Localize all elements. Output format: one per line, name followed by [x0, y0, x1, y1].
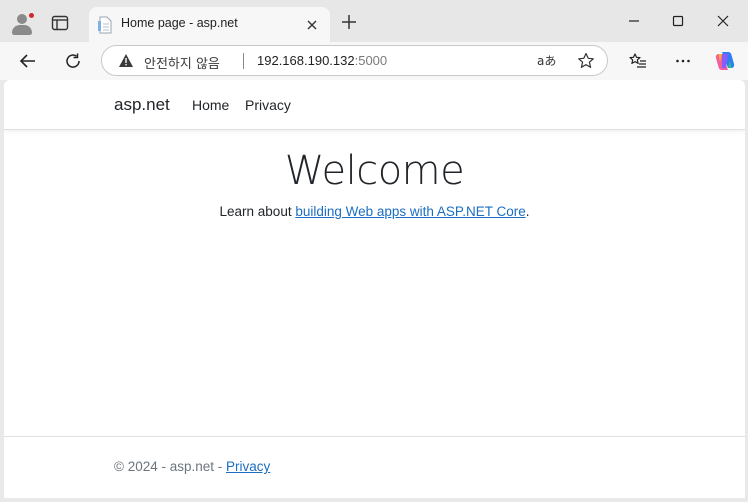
intro-suffix: . — [525, 204, 530, 219]
browser-toolbar: 안전하지 않음 192.168.190.132:5000 aあ — [0, 42, 748, 80]
favorite-star-icon[interactable] — [576, 51, 596, 71]
address-bar[interactable]: 안전하지 않음 192.168.190.132:5000 aあ — [101, 45, 608, 76]
tab-title: Home page - asp.net — [121, 16, 238, 30]
site-navbar: asp.net Home Privacy — [4, 80, 745, 130]
aspnet-docs-link[interactable]: building Web apps with ASP.NET Core — [295, 204, 525, 219]
more-menu-icon[interactable] — [673, 51, 693, 71]
intro-paragraph: Learn about building Web apps with ASP.N… — [4, 204, 745, 219]
nav-link-privacy[interactable]: Privacy — [245, 97, 291, 113]
site-brand-link[interactable]: asp.net — [114, 95, 170, 115]
back-arrow-icon[interactable] — [18, 51, 38, 71]
read-aloud-icon[interactable]: aあ — [537, 51, 557, 71]
maximize-icon[interactable] — [669, 12, 687, 30]
url-host: 192.168.190.132 — [257, 53, 355, 68]
tab-actions-icon[interactable] — [50, 13, 70, 33]
footer-text: © 2024 - asp.net - — [114, 459, 227, 474]
address-divider — [243, 53, 244, 69]
reload-icon[interactable] — [63, 51, 83, 71]
profile-avatar-icon[interactable] — [10, 11, 35, 35]
footer-privacy-link[interactable]: Privacy — [226, 459, 270, 474]
security-status-text[interactable]: 안전하지 않음 — [144, 53, 220, 72]
new-tab-icon[interactable] — [340, 13, 358, 31]
nav-link-home[interactable]: Home — [192, 97, 229, 113]
page-heading: Welcome — [284, 148, 465, 194]
warning-icon[interactable] — [118, 53, 134, 68]
window-close-icon[interactable] — [714, 12, 732, 30]
url-port: :5000 — [354, 53, 388, 68]
copilot-icon[interactable] — [714, 50, 736, 72]
page-favicon-icon — [97, 16, 113, 34]
browser-tabstrip: Home page - asp.net — [0, 0, 748, 43]
page-viewport: asp.net Home Privacy Welcome Learn about… — [4, 80, 745, 498]
footer-copyright: © 2024 - asp.net - Privacy — [114, 459, 270, 474]
minimize-icon[interactable] — [625, 12, 643, 30]
favorites-list-icon[interactable] — [628, 51, 648, 71]
site-footer: © 2024 - asp.net - Privacy — [4, 436, 745, 498]
url-text[interactable]: 192.168.190.132:5000 — [257, 53, 387, 68]
active-tab[interactable]: Home page - asp.net — [89, 7, 330, 43]
intro-prefix: Learn about — [219, 204, 296, 219]
tab-close-icon[interactable] — [303, 16, 321, 34]
